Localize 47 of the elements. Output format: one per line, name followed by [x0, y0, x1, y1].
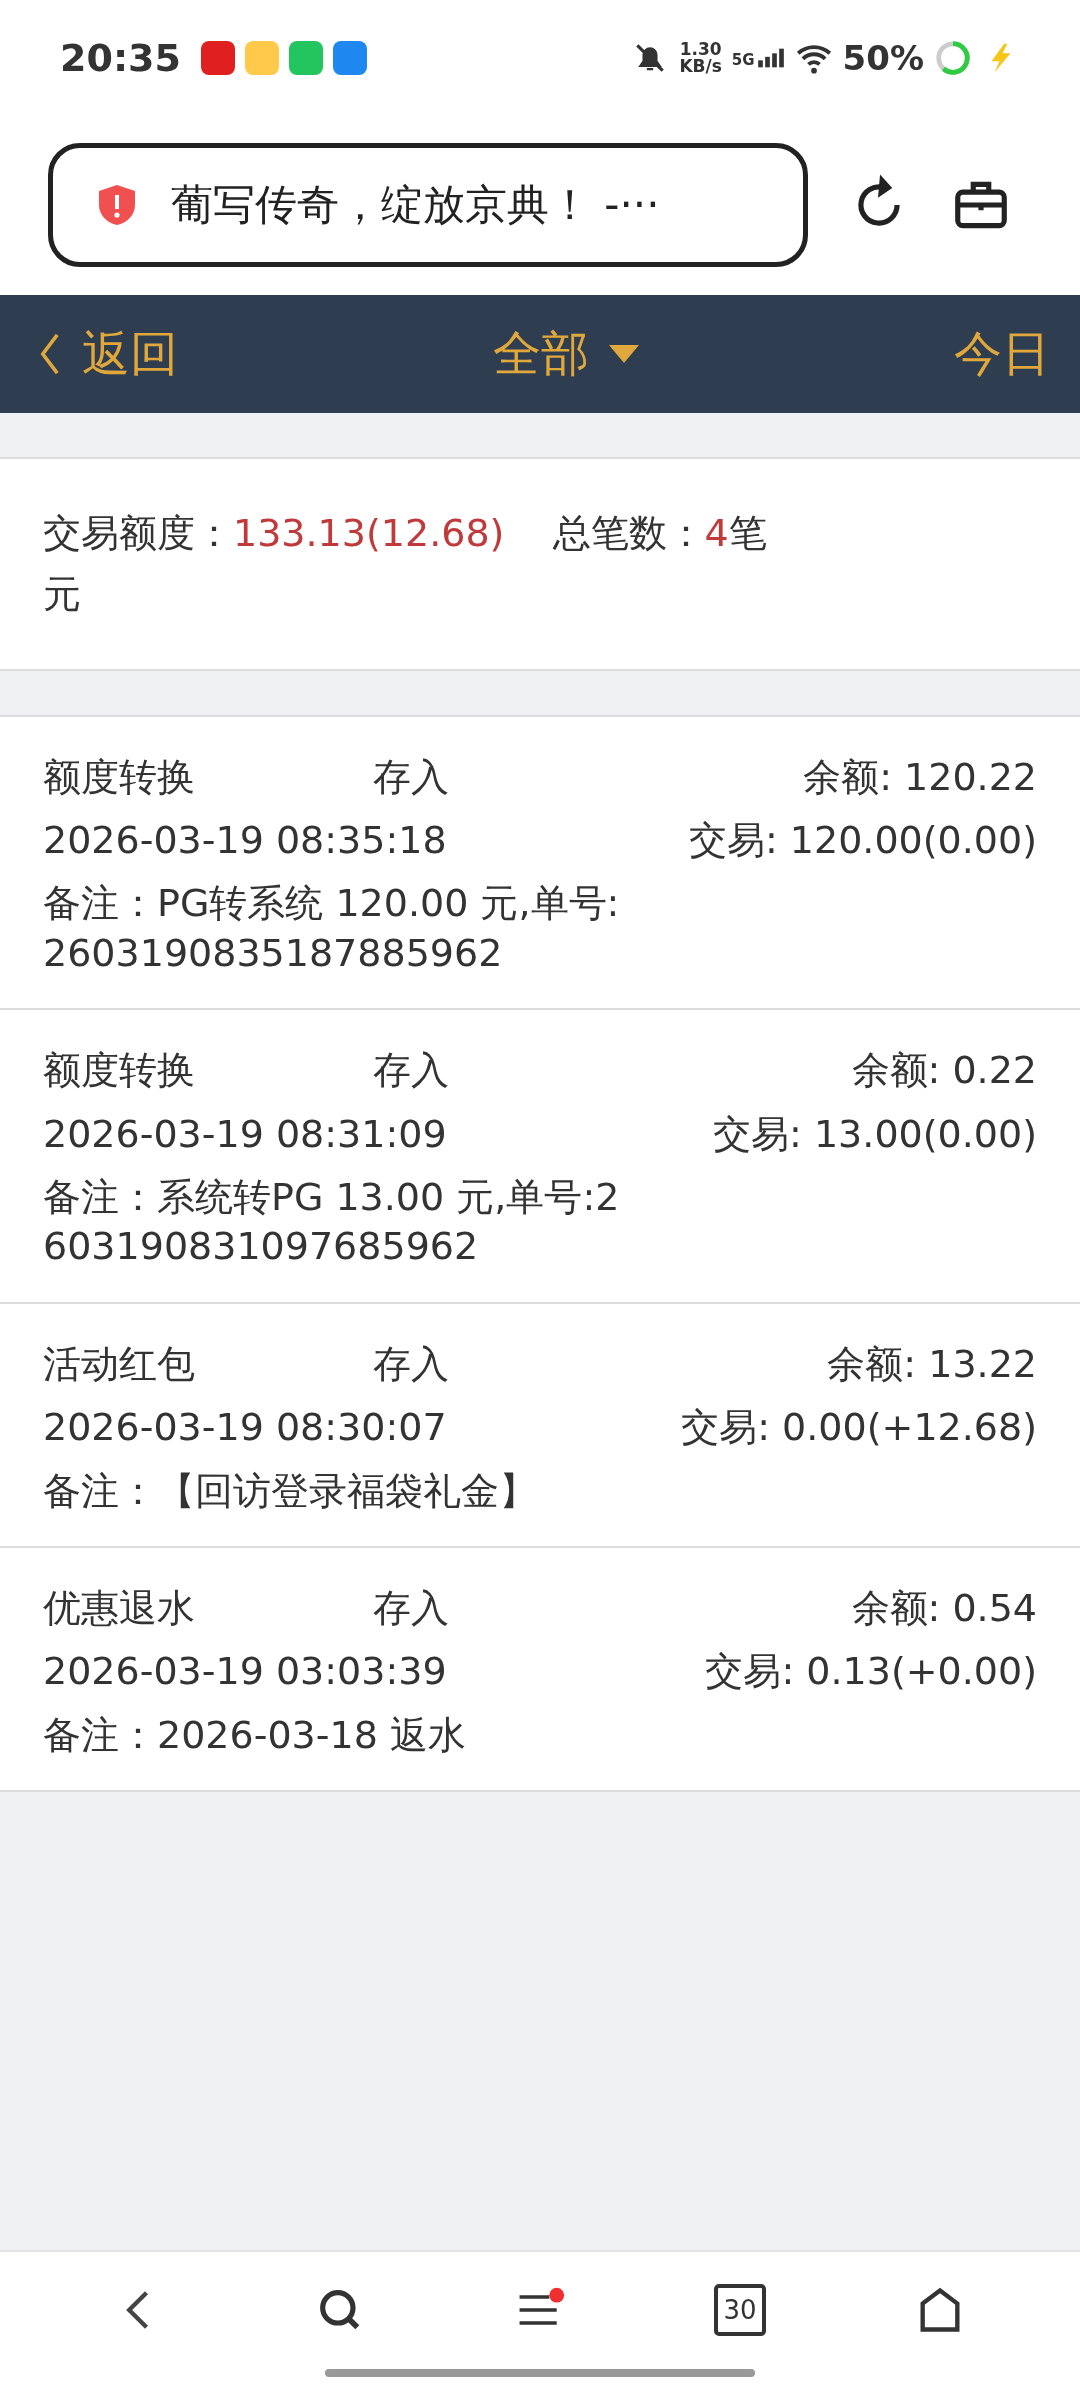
record-balance: 余额: 0.22 — [851, 1047, 1037, 1095]
app-notification-icon — [332, 40, 367, 75]
record-type: 额度转换 — [43, 753, 196, 801]
record-balance: 余额: 120.22 — [803, 753, 1037, 801]
record-direction: 存入 — [373, 753, 449, 801]
status-time: 20:35 — [60, 35, 181, 80]
count-label: 总笔数： — [552, 511, 705, 555]
app-notification-icon — [200, 40, 235, 75]
record-direction: 存入 — [373, 1340, 449, 1388]
amount-value: 133.13(12.68) — [233, 511, 505, 555]
count-unit: 笔 — [728, 511, 767, 555]
record-time: 2026-03-19 03:03:39 — [43, 1648, 447, 1696]
today-button[interactable]: 今日 — [954, 322, 1050, 386]
record-balance: 余额: 13.22 — [827, 1340, 1037, 1388]
amount-label: 交易额度： — [43, 511, 233, 555]
app-notification-icon — [288, 40, 323, 75]
net-speed: 1.30 — [679, 40, 722, 58]
address-bar[interactable]: 葡写传奇，绽放京典！ -··· — [48, 143, 808, 267]
record-time: 2026-03-19 08:31:09 — [43, 1110, 447, 1158]
net-speed-unit: KB/s — [679, 57, 722, 75]
record-time: 2026-03-19 08:35:18 — [43, 817, 447, 864]
record-type: 活动红包 — [43, 1340, 196, 1388]
caret-down-icon — [609, 345, 639, 363]
record-type: 额度转换 — [43, 1047, 196, 1095]
record-trade: 交易: 0.13(+0.00) — [705, 1648, 1037, 1696]
battery-percent: 50% — [842, 37, 924, 78]
record-note: 备注：系统转PG 13.00 元,单号:2603190831097685962 — [43, 1173, 621, 1271]
record-note: 备注：【回访登录福袋礼金】 — [43, 1467, 538, 1515]
battery-ring-icon — [934, 38, 972, 77]
record-note: 备注：2026-03-18 返水 — [43, 1711, 467, 1759]
amount-unit: 元 — [43, 571, 81, 616]
record-balance: 余额: 0.54 — [851, 1584, 1037, 1632]
app-notification-icon — [244, 40, 279, 75]
record-note: 备注：PG转系统 120.00 元,单号:2603190835187885962 — [43, 880, 621, 977]
record-time: 2026-03-19 08:30:07 — [43, 1404, 447, 1452]
tabs-count-button[interactable]: 30 — [714, 2283, 766, 2336]
record-trade: 交易: 120.00(0.00) — [688, 817, 1037, 864]
filter-dropdown[interactable]: 全部 — [493, 322, 639, 386]
record-trade: 交易: 13.00(0.00) — [713, 1110, 1037, 1158]
network-type: 5G — [731, 50, 755, 69]
count-value: 4 — [704, 511, 729, 555]
signal-icon — [756, 46, 785, 69]
record-trade: 交易: 0.00(+12.68) — [681, 1404, 1037, 1452]
record-direction: 存入 — [373, 1047, 449, 1095]
back-button[interactable]: 返回 — [38, 322, 178, 386]
record-type: 优惠退水 — [43, 1584, 196, 1632]
record-direction: 存入 — [373, 1584, 449, 1632]
